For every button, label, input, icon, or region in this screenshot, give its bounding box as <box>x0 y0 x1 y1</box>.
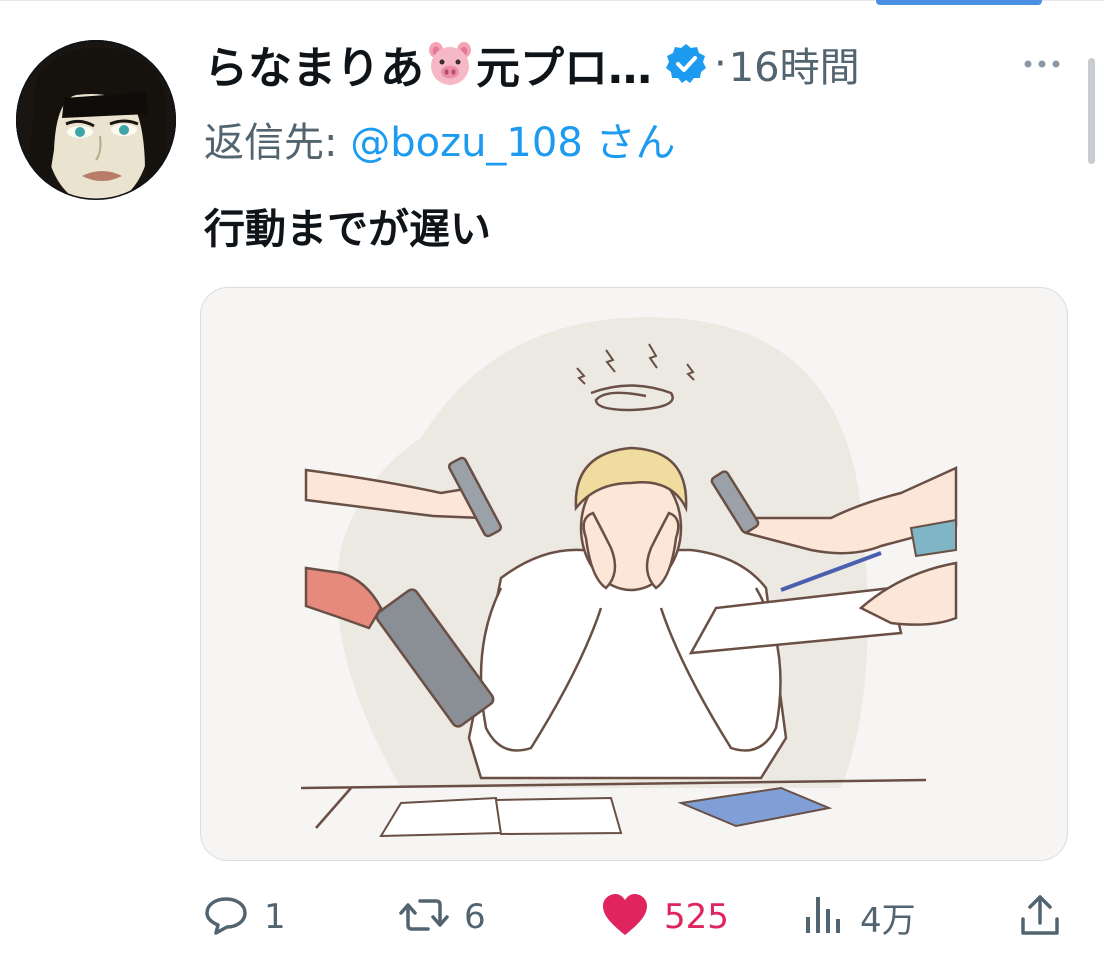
reply-label: 返信先: <box>204 120 351 166</box>
author-name-suffix[interactable]: 元プロ… <box>476 32 652 96</box>
scrollbar[interactable] <box>1088 58 1095 164</box>
retweet-button[interactable]: 6 <box>398 885 486 949</box>
heart-icon <box>600 891 650 943</box>
reply-handle-link[interactable]: @bozu_108 <box>350 120 583 166</box>
reply-context: 返信先: @bozu_108 さん <box>204 110 675 168</box>
views-count: 4万 <box>860 900 916 941</box>
more-options-icon[interactable] <box>1022 56 1062 70</box>
time-separator: · <box>714 41 727 87</box>
tweet-text: 行動までが遅い <box>204 205 491 253</box>
like-count: 525 <box>664 897 729 937</box>
reply-count: 1 <box>264 897 286 937</box>
author-name[interactable]: らなまりあ <box>204 32 424 96</box>
post-header: らなまりあ 元プロ… · 16時間 <box>204 32 860 96</box>
tweet-media-image[interactable] <box>200 287 1068 861</box>
reply-suffix: さん <box>582 120 676 166</box>
post-time[interactable]: 16時間 <box>729 35 860 93</box>
retweet-icon <box>398 891 450 943</box>
pig-face-icon <box>426 40 474 88</box>
reply-button[interactable]: 1 <box>202 885 286 949</box>
share-button[interactable] <box>1018 885 1062 949</box>
share-icon <box>1018 891 1062 943</box>
views-button[interactable]: 4万 <box>802 885 916 949</box>
reply-icon <box>202 891 250 943</box>
retweet-count: 6 <box>464 897 486 937</box>
action-bar: 1 6 525 4万 <box>0 885 1104 949</box>
avatar[interactable] <box>16 40 176 200</box>
verified-badge-icon[interactable] <box>664 42 708 86</box>
views-icon <box>802 891 846 943</box>
top-accent-bar <box>876 0 1042 5</box>
like-button[interactable]: 525 <box>600 885 729 949</box>
